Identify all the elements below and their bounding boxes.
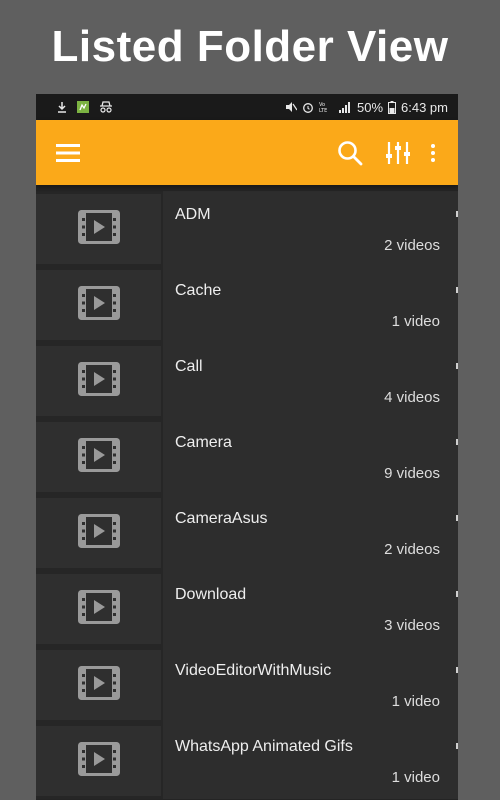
clock-time: 6:43 pm [401, 99, 448, 115]
folder-info: Download 3 videos [163, 571, 458, 647]
download-icon [56, 101, 68, 113]
more-vert-icon[interactable] [418, 133, 448, 173]
folder-thumbnail [36, 726, 161, 796]
folder-thumbnail [36, 650, 161, 720]
row-edge-marker [456, 591, 458, 597]
folder-thumbnail [36, 498, 161, 568]
row-edge-marker [456, 287, 458, 293]
folder-list-item[interactable]: Download 3 videos [36, 571, 458, 647]
folder-video-count: 4 videos [384, 389, 440, 406]
svg-text:LTE: LTE [319, 108, 327, 113]
folder-name: Download [175, 586, 247, 603]
volte-icon: Vo LTE [319, 101, 333, 113]
folder-list-item[interactable]: ADM 2 videos [36, 191, 458, 267]
folder-list: ADM 2 videos Cache 1 video Call 4 videos… [36, 185, 458, 800]
folder-name: WhatsApp Animated Gifs [175, 738, 353, 755]
equalizer-filter-icon[interactable] [378, 133, 418, 173]
battery-percent: 50% [356, 99, 384, 115]
row-edge-marker [456, 743, 458, 749]
app-toolbar [36, 120, 458, 185]
folder-info: ADM 2 videos [163, 191, 458, 267]
search-icon[interactable] [330, 133, 370, 173]
signal-icon [338, 101, 352, 113]
folder-info: Call 4 videos [163, 343, 458, 419]
folder-name: Cache [175, 282, 222, 299]
video-film-icon [77, 589, 120, 629]
app-notification-icon [76, 100, 90, 114]
video-film-icon [77, 513, 120, 553]
folder-name: VideoEditorWithMusic [175, 662, 332, 679]
folder-video-count: 1 video [391, 693, 440, 710]
folder-list-item[interactable]: WhatsApp Animated Gifs 1 video [36, 723, 458, 799]
promo-banner-title: Listed Folder View [51, 22, 449, 71]
folder-list-item[interactable]: CameraAsus 2 videos [36, 495, 458, 571]
row-edge-marker [456, 667, 458, 673]
status-bar: Vo LTE 50% 6:43 pm [36, 94, 458, 120]
video-film-icon [77, 665, 120, 705]
folder-info: Camera 9 videos [163, 419, 458, 495]
folder-list-item[interactable]: Cache 1 video [36, 267, 458, 343]
incognito-icon [98, 101, 114, 113]
row-edge-marker [456, 363, 458, 369]
video-film-icon [77, 285, 120, 325]
video-film-icon [77, 437, 120, 477]
folder-thumbnail [36, 194, 161, 264]
folder-name: CameraAsus [175, 510, 268, 527]
folder-name: Call [175, 358, 203, 375]
video-film-icon [77, 209, 120, 249]
row-edge-marker [456, 515, 458, 521]
folder-info: CameraAsus 2 videos [163, 495, 458, 571]
folder-info: WhatsApp Animated Gifs 1 video [163, 723, 458, 799]
mute-icon [285, 101, 297, 113]
folder-list-item[interactable]: Call 4 videos [36, 343, 458, 419]
video-film-icon [77, 741, 120, 781]
folder-video-count: 1 video [391, 769, 440, 786]
alarm-icon [302, 101, 314, 113]
folder-thumbnail [36, 270, 161, 340]
phone-screen: Vo LTE 50% 6:43 pm ADM 2 videos Cache 1 … [36, 94, 458, 800]
folder-thumbnail [36, 574, 161, 644]
folder-video-count: 2 videos [384, 237, 440, 254]
folder-video-count: 9 videos [384, 465, 440, 482]
battery-icon [388, 100, 397, 114]
folder-video-count: 2 videos [384, 541, 440, 558]
folder-info: VideoEditorWithMusic 1 video [163, 647, 458, 723]
folder-list-item[interactable]: VideoEditorWithMusic 1 video [36, 647, 458, 723]
folder-thumbnail [36, 422, 161, 492]
folder-video-count: 3 videos [384, 617, 440, 634]
row-edge-marker [456, 211, 458, 217]
folder-name: ADM [175, 206, 211, 223]
row-edge-marker [456, 439, 458, 445]
folder-name: Camera [175, 434, 232, 451]
folder-video-count: 1 video [391, 313, 440, 330]
video-film-icon [77, 361, 120, 401]
folder-list-item[interactable]: Camera 9 videos [36, 419, 458, 495]
hamburger-menu-icon[interactable] [48, 133, 88, 173]
folder-thumbnail [36, 346, 161, 416]
folder-info: Cache 1 video [163, 267, 458, 343]
